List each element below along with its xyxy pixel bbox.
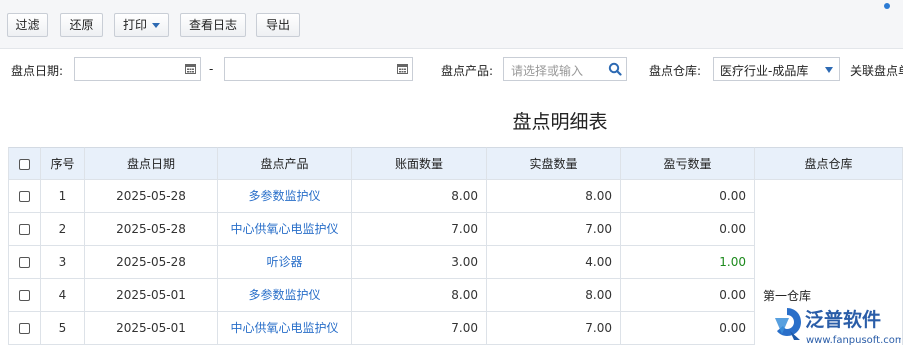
row-select-cell[interactable] [8, 180, 41, 213]
row-checkbox[interactable] [19, 257, 30, 268]
cell-actual-qty: 4.00 [487, 246, 621, 279]
cell-book-qty: 3.00 [352, 246, 487, 279]
header-select-all[interactable] [8, 147, 41, 180]
row-select-cell[interactable] [8, 213, 41, 246]
cell-diff-qty: 0.00 [621, 180, 755, 213]
report-title: 盘点明细表 [512, 111, 608, 133]
cell-diff-qty: 1.00 [621, 246, 755, 279]
calendar-icon[interactable] [185, 63, 196, 74]
toolbar: 过滤 还原 打印 查看日志 导出 [0, 0, 903, 49]
product-search-input[interactable]: 请选择或输入 [503, 57, 627, 81]
cell-diff-qty: 0.00 [621, 279, 755, 312]
cell-book-qty: 8.00 [352, 180, 487, 213]
cell-actual-qty: 8.00 [487, 279, 621, 312]
warehouse-select[interactable]: 医疗行业-成品库 [713, 57, 840, 81]
row-select-cell[interactable] [8, 246, 41, 279]
view-log-button-label: 查看日志 [188, 18, 237, 32]
row-checkbox[interactable] [19, 290, 30, 301]
cell-book-qty: 7.00 [352, 213, 487, 246]
related-order-label: 关联盘点单 [850, 64, 903, 78]
calendar-icon[interactable] [397, 63, 408, 74]
date-separator: - [209, 62, 214, 76]
header-warehouse: 盘点仓库 [755, 147, 903, 180]
search-icon[interactable] [608, 62, 622, 76]
print-button-label: 打印 [122, 18, 147, 32]
cell-diff-qty: 0.00 [621, 213, 755, 246]
cell-diff-qty: 0.00 [621, 312, 755, 345]
row-checkbox[interactable] [19, 191, 30, 202]
product-placeholder: 请选择或输入 [511, 64, 584, 78]
row-checkbox[interactable] [19, 323, 30, 334]
export-button[interactable]: 导出 [256, 13, 300, 37]
header-date: 盘点日期 [85, 147, 218, 180]
header-seq: 序号 [41, 147, 85, 180]
cell-no: 4 [41, 279, 85, 312]
cell-date: 2025-05-01 [85, 279, 218, 312]
cell-actual-qty: 7.00 [487, 312, 621, 345]
date-filter-label: 盘点日期: [11, 64, 64, 78]
export-button-label: 导出 [265, 18, 290, 32]
cell-product[interactable]: 多参数监护仪 [218, 279, 352, 312]
restore-button-label: 还原 [69, 18, 94, 32]
cell-date: 2025-05-01 [85, 312, 218, 345]
inventory-detail-table: 序号 盘点日期 盘点产品 账面数量 实盘数量 盈亏数量 盘点仓库 1 2025-05-28 多参数… [8, 147, 903, 350]
cell-no: 3 [41, 246, 85, 279]
view-log-button[interactable]: 查看日志 [180, 13, 246, 37]
header-actual-qty: 实盘数量 [487, 147, 621, 180]
chevron-down-icon [825, 67, 833, 73]
header-product: 盘点产品 [218, 147, 352, 180]
filter-button-label: 过滤 [15, 18, 40, 32]
warehouse-select-value: 医疗行业-成品库 [720, 64, 809, 78]
cell-no: 1 [41, 180, 85, 213]
fanpu-logo: 泛普软件 www.fanpusoft.com [775, 308, 901, 346]
date-to-field[interactable] [224, 57, 413, 81]
cell-product[interactable]: 中心供氧心电监护仪 [218, 213, 352, 246]
header-diff-qty: 盈亏数量 [621, 147, 755, 180]
header-book-qty: 账面数量 [352, 147, 487, 180]
cell-product[interactable]: 听诊器 [218, 246, 352, 279]
select-all-checkbox[interactable] [19, 159, 30, 170]
cell-date: 2025-05-28 [85, 180, 218, 213]
cell-product[interactable]: 多参数监护仪 [218, 180, 352, 213]
cell-actual-qty: 7.00 [487, 213, 621, 246]
svg-text:www.fanpusoft.com: www.fanpusoft.com [806, 335, 901, 346]
chevron-down-icon [152, 23, 160, 28]
cell-book-qty: 7.00 [352, 312, 487, 345]
cell-no: 2 [41, 213, 85, 246]
cell-product[interactable]: 中心供氧心电监护仪 [218, 312, 352, 345]
cell-book-qty: 8.00 [352, 279, 487, 312]
date-from-field[interactable] [74, 57, 201, 81]
cell-actual-qty: 8.00 [487, 180, 621, 213]
product-filter-label: 盘点产品: [441, 64, 494, 78]
filter-button[interactable]: 过滤 [7, 13, 48, 37]
cell-date: 2025-05-28 [85, 246, 218, 279]
restore-button[interactable]: 还原 [60, 13, 103, 37]
warehouse-filter-label: 盘点仓库: [649, 64, 702, 78]
print-button[interactable]: 打印 [114, 13, 169, 37]
svg-text:泛普软件: 泛普软件 [805, 308, 881, 331]
row-select-cell[interactable] [8, 312, 41, 345]
row-checkbox[interactable] [19, 224, 30, 235]
indicator-dot [884, 3, 890, 9]
row-select-cell[interactable] [8, 279, 41, 312]
cell-date: 2025-05-28 [85, 213, 218, 246]
cell-no: 5 [41, 312, 85, 345]
